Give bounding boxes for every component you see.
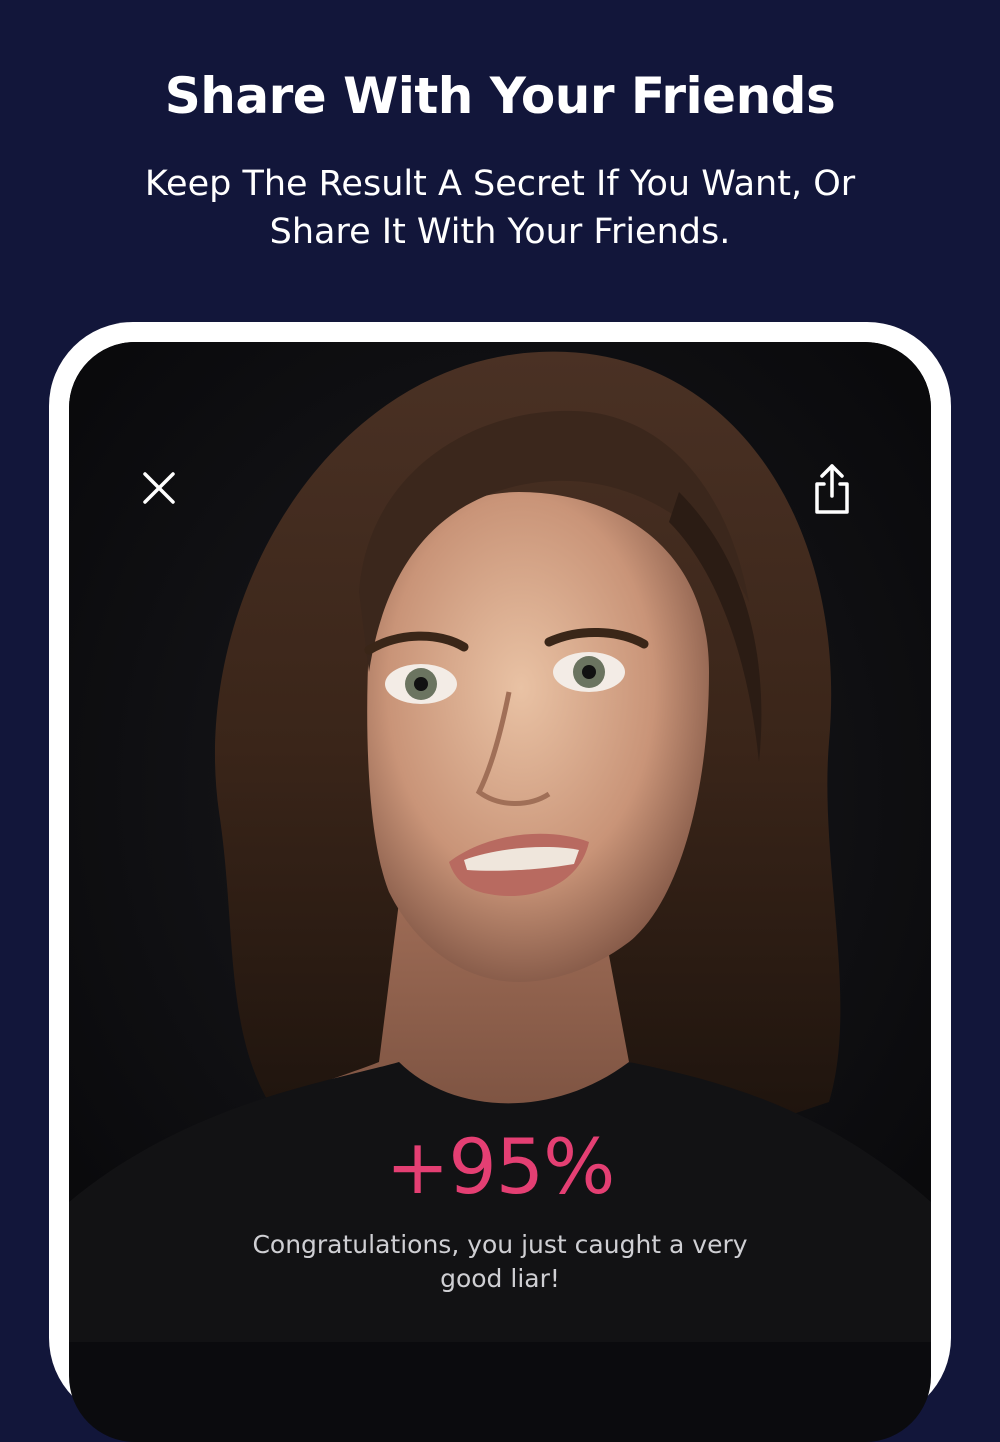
result-message: Congratulations, you just caught a very … xyxy=(252,1230,748,1293)
result-score: +95% xyxy=(385,1122,616,1211)
share-icon[interactable] xyxy=(807,462,857,518)
close-icon[interactable] xyxy=(137,466,181,510)
headline: Share With Your Friends xyxy=(164,67,836,125)
subheadline: Keep The Result A Secret If You Want, Or… xyxy=(144,164,856,252)
phone-screen: +95% Congratulations, you just caught a … xyxy=(69,342,931,1442)
